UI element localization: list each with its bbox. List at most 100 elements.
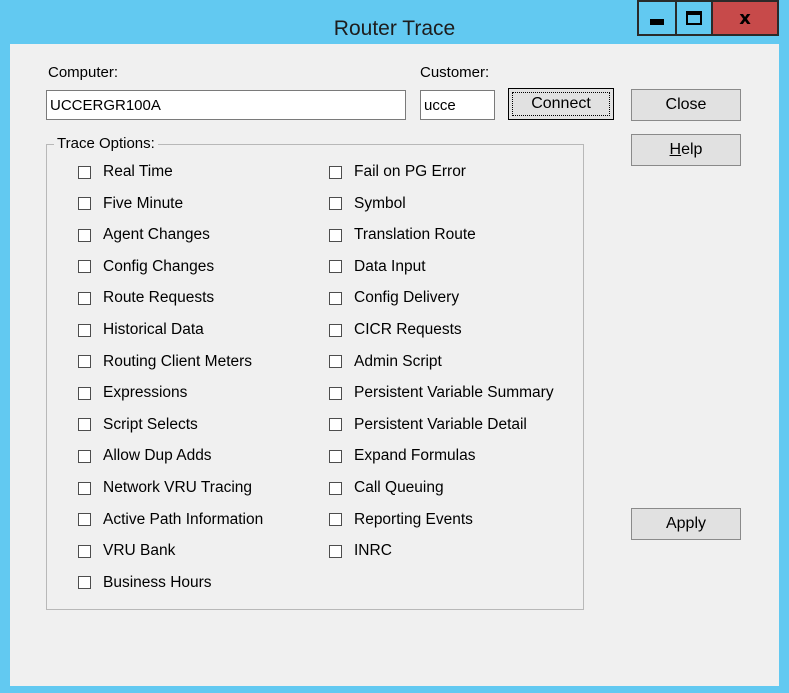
close-button-label: Close <box>665 96 707 113</box>
option-label: Real Time <box>103 163 173 180</box>
option-label: Script Selects <box>103 415 198 433</box>
help-button-label: elp <box>681 141 703 158</box>
option-label: Persistent Variable Detail <box>354 415 527 433</box>
option-label: Config Delivery <box>354 289 460 307</box>
option-agent-changes[interactable]: Agent Changes <box>78 225 210 245</box>
checkbox-vru-bank[interactable] <box>78 544 91 558</box>
option-routing-client-meters[interactable]: Routing Client Meters <box>78 352 252 372</box>
option-label: Active Path Information <box>103 510 264 528</box>
option-label: Historical Data <box>103 321 204 338</box>
option-label: Five Minute <box>103 194 184 212</box>
option-label: Route Requests <box>103 289 215 307</box>
checkbox-data-input[interactable] <box>329 260 342 274</box>
option-active-path-information[interactable]: Active Path Information <box>78 510 263 530</box>
option-data-input[interactable]: Data Input <box>329 257 426 277</box>
option-label: Data Input <box>354 257 426 275</box>
checkbox-call-queuing[interactable] <box>329 481 342 495</box>
maximize-button[interactable] <box>675 0 713 36</box>
connect-button[interactable]: Connect <box>508 88 614 120</box>
option-allow-dup-adds[interactable]: Allow Dup Adds <box>78 446 212 466</box>
option-reporting-events[interactable]: Reporting Events <box>329 510 473 530</box>
option-symbol[interactable]: Symbol <box>329 194 406 214</box>
minimize-icon <box>650 19 664 25</box>
option-script-selects[interactable]: Script Selects <box>78 415 198 435</box>
option-label: Business Hours <box>103 573 212 591</box>
checkbox-routing-client-meters[interactable] <box>78 355 91 369</box>
help-mnemonic: H <box>669 141 682 158</box>
checkbox-five-minute[interactable] <box>78 197 91 211</box>
customer-label: Customer: <box>420 64 490 81</box>
option-label: Persistent Variable Summary <box>354 384 554 402</box>
option-label: Agent Changes <box>103 226 210 244</box>
option-vru-bank[interactable]: VRU Bank <box>78 541 175 561</box>
option-label: Reporting Events <box>354 510 473 528</box>
checkbox-inrc[interactable] <box>329 544 342 558</box>
checkbox-historical-data[interactable] <box>78 323 91 337</box>
option-label: Routing Client Meters <box>103 352 253 370</box>
option-network-vru-tracing[interactable]: Network VRU Tracing <box>78 478 252 498</box>
focus-rectangle <box>512 92 610 116</box>
checkbox-config-changes[interactable] <box>78 260 91 274</box>
option-label: CICR Requests <box>354 321 462 338</box>
option-expand-formulas[interactable]: Expand Formulas <box>329 446 475 466</box>
option-label: Config Changes <box>103 257 215 275</box>
option-admin-script[interactable]: Admin Script <box>329 352 442 372</box>
apply-button[interactable]: Apply <box>631 508 741 540</box>
customer-field[interactable] <box>420 90 495 120</box>
option-route-requests[interactable]: Route Requests <box>78 288 214 308</box>
checkbox-fail-on-pg-error[interactable] <box>329 165 342 179</box>
option-label: Expand Formulas <box>354 447 476 465</box>
minimize-button[interactable] <box>637 0 675 36</box>
checkbox-reporting-events[interactable] <box>329 513 342 527</box>
checkbox-translation-route[interactable] <box>329 228 342 242</box>
option-historical-data[interactable]: Historical Data <box>78 320 204 340</box>
option-fail-on-pg-error[interactable]: Fail on PG Error <box>329 162 466 182</box>
option-label: INRC <box>354 542 392 560</box>
option-real-time[interactable]: Real Time <box>78 162 173 182</box>
checkbox-agent-changes[interactable] <box>78 228 91 242</box>
checkbox-expressions[interactable] <box>78 386 91 400</box>
option-persistent-variable-summary[interactable]: Persistent Variable Summary <box>329 383 554 403</box>
option-label: Allow Dup Adds <box>103 447 212 465</box>
checkbox-admin-script[interactable] <box>329 355 342 369</box>
option-persistent-variable-detail[interactable]: Persistent Variable Detail <box>329 415 527 435</box>
checkbox-route-requests[interactable] <box>78 291 91 305</box>
maximize-icon <box>686 11 702 25</box>
checkbox-real-time[interactable] <box>78 165 91 179</box>
option-label: Fail on PG Error <box>354 163 466 180</box>
option-config-delivery[interactable]: Config Delivery <box>329 288 459 308</box>
option-inrc[interactable]: INRC <box>329 541 392 561</box>
option-label: Symbol <box>354 194 406 212</box>
router-trace-window: Router Trace x Computer: Customer: Conne… <box>0 0 789 693</box>
option-label: Call Queuing <box>354 479 444 496</box>
option-label: Admin Script <box>354 352 442 370</box>
option-label: Network VRU Tracing <box>103 479 253 496</box>
option-label: Translation Route <box>354 226 476 244</box>
checkbox-persistent-variable-detail[interactable] <box>329 418 342 432</box>
option-config-changes[interactable]: Config Changes <box>78 257 214 277</box>
close-window-button[interactable]: x <box>713 0 779 36</box>
computer-label: Computer: <box>48 64 119 81</box>
option-call-queuing[interactable]: Call Queuing <box>329 478 444 498</box>
checkbox-config-delivery[interactable] <box>329 291 342 305</box>
option-label: VRU Bank <box>103 542 176 560</box>
checkbox-expand-formulas[interactable] <box>329 449 342 463</box>
close-button[interactable]: Close <box>631 89 741 121</box>
close-icon: x <box>739 7 751 29</box>
option-translation-route[interactable]: Translation Route <box>329 225 476 245</box>
help-button[interactable]: Help <box>631 134 741 166</box>
option-label: Expressions <box>103 384 188 402</box>
option-five-minute[interactable]: Five Minute <box>78 194 183 214</box>
checkbox-cicr-requests[interactable] <box>329 323 342 337</box>
checkbox-active-path-information[interactable] <box>78 513 91 527</box>
checkbox-allow-dup-adds[interactable] <box>78 449 91 463</box>
computer-field[interactable] <box>46 90 406 120</box>
checkbox-network-vru-tracing[interactable] <box>78 481 91 495</box>
checkbox-symbol[interactable] <box>329 197 342 211</box>
checkbox-business-hours[interactable] <box>78 576 91 590</box>
checkbox-persistent-variable-summary[interactable] <box>329 386 342 400</box>
option-expressions[interactable]: Expressions <box>78 383 187 403</box>
option-cicr-requests[interactable]: CICR Requests <box>329 320 462 340</box>
checkbox-script-selects[interactable] <box>78 418 91 432</box>
option-business-hours[interactable]: Business Hours <box>78 573 212 593</box>
